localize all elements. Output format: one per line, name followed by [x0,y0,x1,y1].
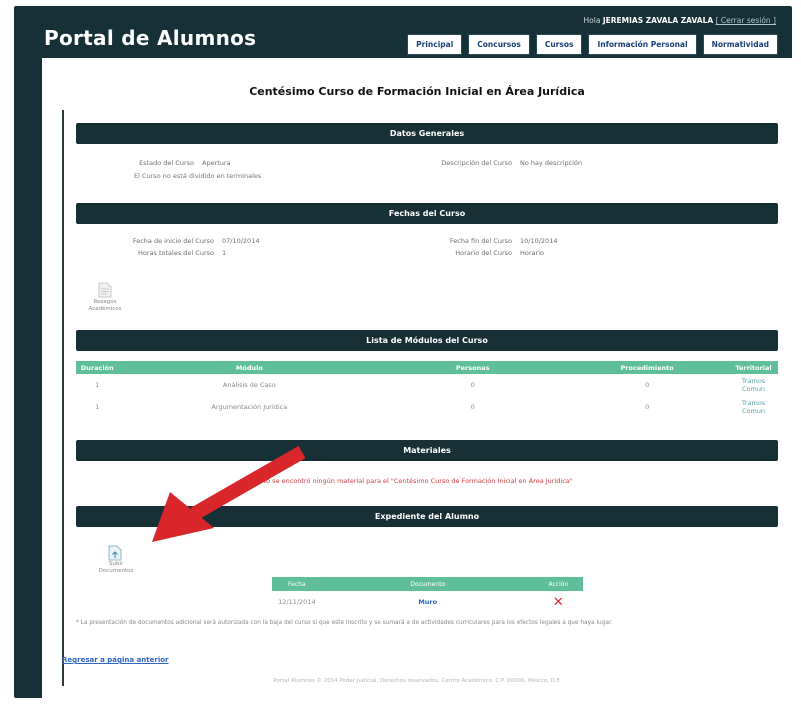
col-accion: Acción [533,577,583,591]
table-row: 1 Argumentación Jurídica 0 0 Tramos Comu… [76,396,778,418]
expediente-footnote: * La presentación de documentos adiciona… [76,620,613,626]
section-fechas: Fechas del Curso [76,203,778,224]
app-title: Portal de Alumnos [44,26,257,50]
inicio-label: Fecha de inicio del Curso [132,237,214,245]
estado-label: Estado del Curso [139,159,194,167]
cell-personas: 0 [470,403,475,411]
page-footer: Portal Alumnos © 2014 Poder Judicial, De… [273,678,561,684]
cell-fecha: 12/11/2014 [278,598,316,606]
inicio-row: Fecha de inicio del Curso 07/10/2014 [102,237,260,245]
horario-label: Horario del Curso [455,249,512,257]
col-fecha: Fecha [272,577,322,591]
horario-value: Horario [520,249,544,257]
estado-value: Apertura [202,159,231,167]
cell-modulo: Análisis de Caso [222,381,276,389]
division-note: El Curso no está dividido en terminales [134,172,262,180]
nav-cursos[interactable]: Cursos [535,34,583,55]
greeting: Hola [583,16,601,25]
col-procedimiento: Procedimiento [565,361,730,374]
upload-document-icon[interactable] [108,545,122,561]
col-documento: Documento [321,577,534,591]
cell-personas: 0 [470,381,475,389]
section-modulos: Lista de Módulos del Curso [76,330,778,351]
nav-informacion-personal[interactable]: Información Personal [588,34,697,55]
horas-label: Horas totales del Curso [138,249,214,257]
col-modulo: Módulo [118,361,381,374]
cell-modulo: Argumentación Jurídica [211,403,288,411]
horas-row: Horas totales del Curso 1 [102,249,226,257]
document-icon[interactable] [98,282,112,298]
descripcion-row: Descripción del Curso No hay descripción [402,159,582,167]
fin-label: Fecha fin del Curso [449,237,512,245]
rezagos-label[interactable]: Rezagos Académicos [86,299,124,313]
cell-duracion: 1 [95,403,100,411]
left-divider [62,110,64,686]
cell-procedimiento: 0 [645,381,650,389]
col-personas: Personas [380,361,566,374]
table-row: 12/11/2014 Muro ✕ [272,591,583,613]
nav-principal[interactable]: Principal [407,34,463,55]
fin-row: Fecha fin del Curso 10/10/2014 [422,237,558,245]
modules-table: Duración Módulo Personas Procedimiento T… [76,361,778,418]
back-link[interactable]: Regresar a página anterior [62,656,169,664]
logout-link[interactable]: [ Cerrar sesión ] [716,16,776,25]
nav-concursos[interactable]: Concursos [468,34,530,55]
document-link[interactable]: Muro [322,591,534,613]
documents-header-row: Fecha Documento Acción [272,577,583,591]
horas-value: 1 [222,249,227,257]
col-duracion: Duración [76,361,119,374]
content-panel: Centésimo Curso de Formación Inicial en … [42,58,792,698]
descripcion-value: No hay descripción [520,159,583,167]
upload-documents-label[interactable]: Subir Documentos [96,561,136,575]
horario-row: Horario del Curso Horario [422,249,544,257]
col-territorial: Territorial [729,361,778,374]
section-datos-generales: Datos Generales [76,123,778,144]
nav-normatividad[interactable]: Normatividad [702,34,778,55]
estado-row: Estado del Curso Apertura [102,159,231,167]
table-row: 1 Análisis de Caso 0 0 Tramos Comun [76,374,778,396]
user-name: JEREMIAS ZAVALA ZAVALA [602,16,714,25]
page-frame: Portal de Alumnos Hola JEREMIAS ZAVALA Z… [14,6,792,698]
course-title: Centésimo Curso de Formación Inicial en … [249,85,585,98]
red-arrow-annotation [152,446,306,542]
cell-territorial-link[interactable]: Tramos Comun [729,396,778,418]
modules-header-row: Duración Módulo Personas Procedimiento T… [76,361,778,374]
cell-procedimiento: 0 [645,403,650,411]
descripcion-label: Descripción del Curso [441,159,512,167]
documents-table: Fecha Documento Acción 12/11/2014 Muro ✕ [272,577,583,613]
cell-duracion: 1 [95,381,100,389]
main-nav: Principal Concursos Cursos Información P… [407,34,778,55]
inicio-value: 07/10/2014 [222,237,260,245]
cell-territorial-link[interactable]: Tramos Comun [729,374,778,396]
delete-icon[interactable]: ✕ [534,591,583,613]
fin-value: 10/10/2014 [520,237,558,245]
user-bar: Hola JEREMIAS ZAVALA ZAVALA [ Cerrar ses… [584,16,776,25]
